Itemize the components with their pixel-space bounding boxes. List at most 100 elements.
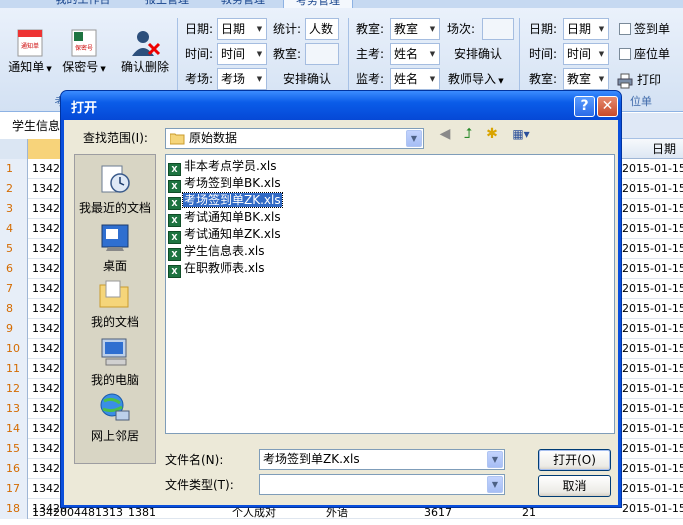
secret-number-button[interactable]: 保密号 保密号 ▼ [58,28,110,78]
print-button[interactable]: 打印 [617,71,673,91]
grid-header-date[interactable]: 日期 [652,139,676,159]
row-number[interactable]: 6 [0,259,28,279]
notice-button[interactable]: 通知单 通知单 ▼ [6,28,54,78]
row-number[interactable]: 3 [0,199,28,219]
tab-academic[interactable]: 教务管理 [210,0,276,8]
up-folder-icon[interactable]: ⮥ [458,124,478,144]
dialog-title-bar[interactable]: 打开 ? ✕ [61,91,621,120]
signin-sheet-checkbox[interactable] [619,23,631,35]
file-item[interactable]: X 在职教师表.xls [168,260,266,278]
file-list[interactable]: X 非本考点学员.xls X 考场签到单BK.xls X 考场签到单ZK.xls X 考试通知… [165,154,615,434]
help-button[interactable]: ? [574,96,595,117]
classroom-field[interactable] [305,43,339,65]
close-button[interactable]: ✕ [597,96,618,117]
svg-text:通知单: 通知单 [21,42,39,50]
grid-cell-date: 2015-01-15 [622,302,683,315]
dialog-body: 查找范围(I): 原始数据 ▼ ◀ ⮥ ✱ ▦▾ 我最近的文档 桌面 我的文档 … [64,120,618,505]
chevron-down-icon: ▼ [429,50,436,58]
classroom-label: 教室: [356,22,385,36]
place-recent[interactable]: 我最近的文档 [75,163,155,216]
row-number[interactable]: 1 [0,159,28,179]
filetype-select[interactable]: ▼ [259,474,505,495]
tab-workbench[interactable]: 我的工作台 [48,0,118,8]
view-menu-icon[interactable]: ▦▾ [507,124,535,144]
row-number[interactable]: 15 [0,439,28,459]
date-label: 日期: [185,22,214,36]
chevron-down-icon: ▼ [256,25,263,33]
grid-cell-date: 2015-01-15 [622,262,683,275]
file-item[interactable]: X 考试通知单ZK.xls [168,226,282,244]
room-label: 考场: [185,72,214,86]
time-combo[interactable]: 时间 ▼ [217,43,267,65]
grid-cell-date: 2015-01-15 [622,282,683,295]
cancel-button[interactable]: 取消 [538,475,611,497]
chevron-down-icon[interactable]: ▼ [487,476,503,493]
date-combo-2[interactable]: 日期 ▼ [563,18,609,40]
row-number[interactable]: 7 [0,279,28,299]
grid-corner[interactable] [0,139,28,159]
row-number[interactable]: 5 [0,239,28,259]
room-combo[interactable]: 考场 ▼ [217,68,267,90]
place-network[interactable]: 网上邻居 [75,391,155,444]
filename-input[interactable]: 考场签到单ZK.xls ▼ [259,449,505,470]
dialog-title: 打开 [71,101,98,116]
filetype-label: 文件类型(T): [165,478,234,492]
file-name: 考试通知单BK.xls [184,210,281,224]
session-field[interactable] [482,18,514,40]
teacher-import-button[interactable]: 教师导入 ▼ [448,68,504,92]
row-number[interactable]: 2 [0,179,28,199]
place-desktop[interactable]: 桌面 [75,221,155,274]
filename-value: 考场签到单ZK.xls [263,452,360,466]
lookin-combo[interactable]: 原始数据 ▼ [165,128,424,149]
grid-cell-date: 2015-01-15 [622,382,683,395]
file-item[interactable]: X 考试通知单BK.xls [168,209,282,227]
tab-enroll[interactable]: 报上管理 [134,0,200,8]
grid-cell-date: 2015-01-15 [622,162,683,175]
row-number[interactable]: 13 [0,399,28,419]
chevron-down-icon[interactable]: ▼ [487,451,503,468]
row-number[interactable]: 16 [0,459,28,479]
classroom-combo-2[interactable]: 教室 ▼ [563,68,609,90]
grid-cell-date: 2015-01-15 [622,362,683,375]
row-number[interactable]: 11 [0,359,28,379]
recent-documents-icon [101,165,130,193]
open-file-dialog: 打开 ? ✕ 查找范围(I): 原始数据 ▼ ◀ ⮥ ✱ ▦▾ 我最近的文档 桌… [60,90,622,508]
tab-student-info[interactable]: 学生信息 [0,113,62,139]
print-label: 打印 [637,73,662,87]
stat-field[interactable]: 人数 [305,18,339,40]
row-number[interactable]: 9 [0,319,28,339]
arrange-confirm-button[interactable]: 安排确认 [283,68,331,90]
invigilator-combo[interactable]: 姓名 ▼ [390,68,440,90]
grid-cell-date: 2015-01-15 [622,482,683,495]
grid-cell-date: 2015-01-15 [622,342,683,355]
svg-text:保密号: 保密号 [75,44,93,52]
open-button[interactable]: 打开(O) [538,449,611,471]
row-number[interactable]: 12 [0,379,28,399]
confirm-delete-button[interactable]: 确认删除 [116,28,174,76]
file-item[interactable]: X 考场签到单ZK.xls [168,192,283,210]
row-number[interactable]: 10 [0,339,28,359]
secret-number-icon: 保密号 [71,29,97,57]
back-icon[interactable]: ◀ [435,124,455,144]
file-item[interactable]: X 学生信息表.xls [168,243,266,261]
row-number[interactable]: 17 [0,479,28,499]
new-folder-icon[interactable]: ✱ [482,124,502,144]
row-number[interactable]: 14 [0,419,28,439]
file-item[interactable]: X 非本考点学员.xls [168,158,278,176]
confirm-delete-label: 确认删除 [120,60,169,74]
time-combo-2[interactable]: 时间 ▼ [563,43,609,65]
date-combo[interactable]: 日期 ▼ [217,18,267,40]
grid-cell-date: 2015-01-15 [622,422,683,435]
file-item[interactable]: X 考场签到单BK.xls [168,175,282,193]
arrange-confirm-button-2[interactable]: 安排确认 [454,43,502,65]
seat-sheet-checkbox[interactable] [619,48,631,60]
place-my-computer[interactable]: 我的电脑 [75,335,155,388]
row-number[interactable]: 8 [0,299,28,319]
grid-cell-date: 2015-01-15 [622,402,683,415]
row-number[interactable]: 4 [0,219,28,239]
grid-cell-date: 2015-01-15 [622,182,683,195]
file-name: 非本考点学员.xls [184,159,277,173]
place-my-documents[interactable]: 我的文档 [75,277,155,330]
classroom-combo[interactable]: 教室 ▼ [390,18,440,40]
chief-examiner-combo[interactable]: 姓名 ▼ [390,43,440,65]
